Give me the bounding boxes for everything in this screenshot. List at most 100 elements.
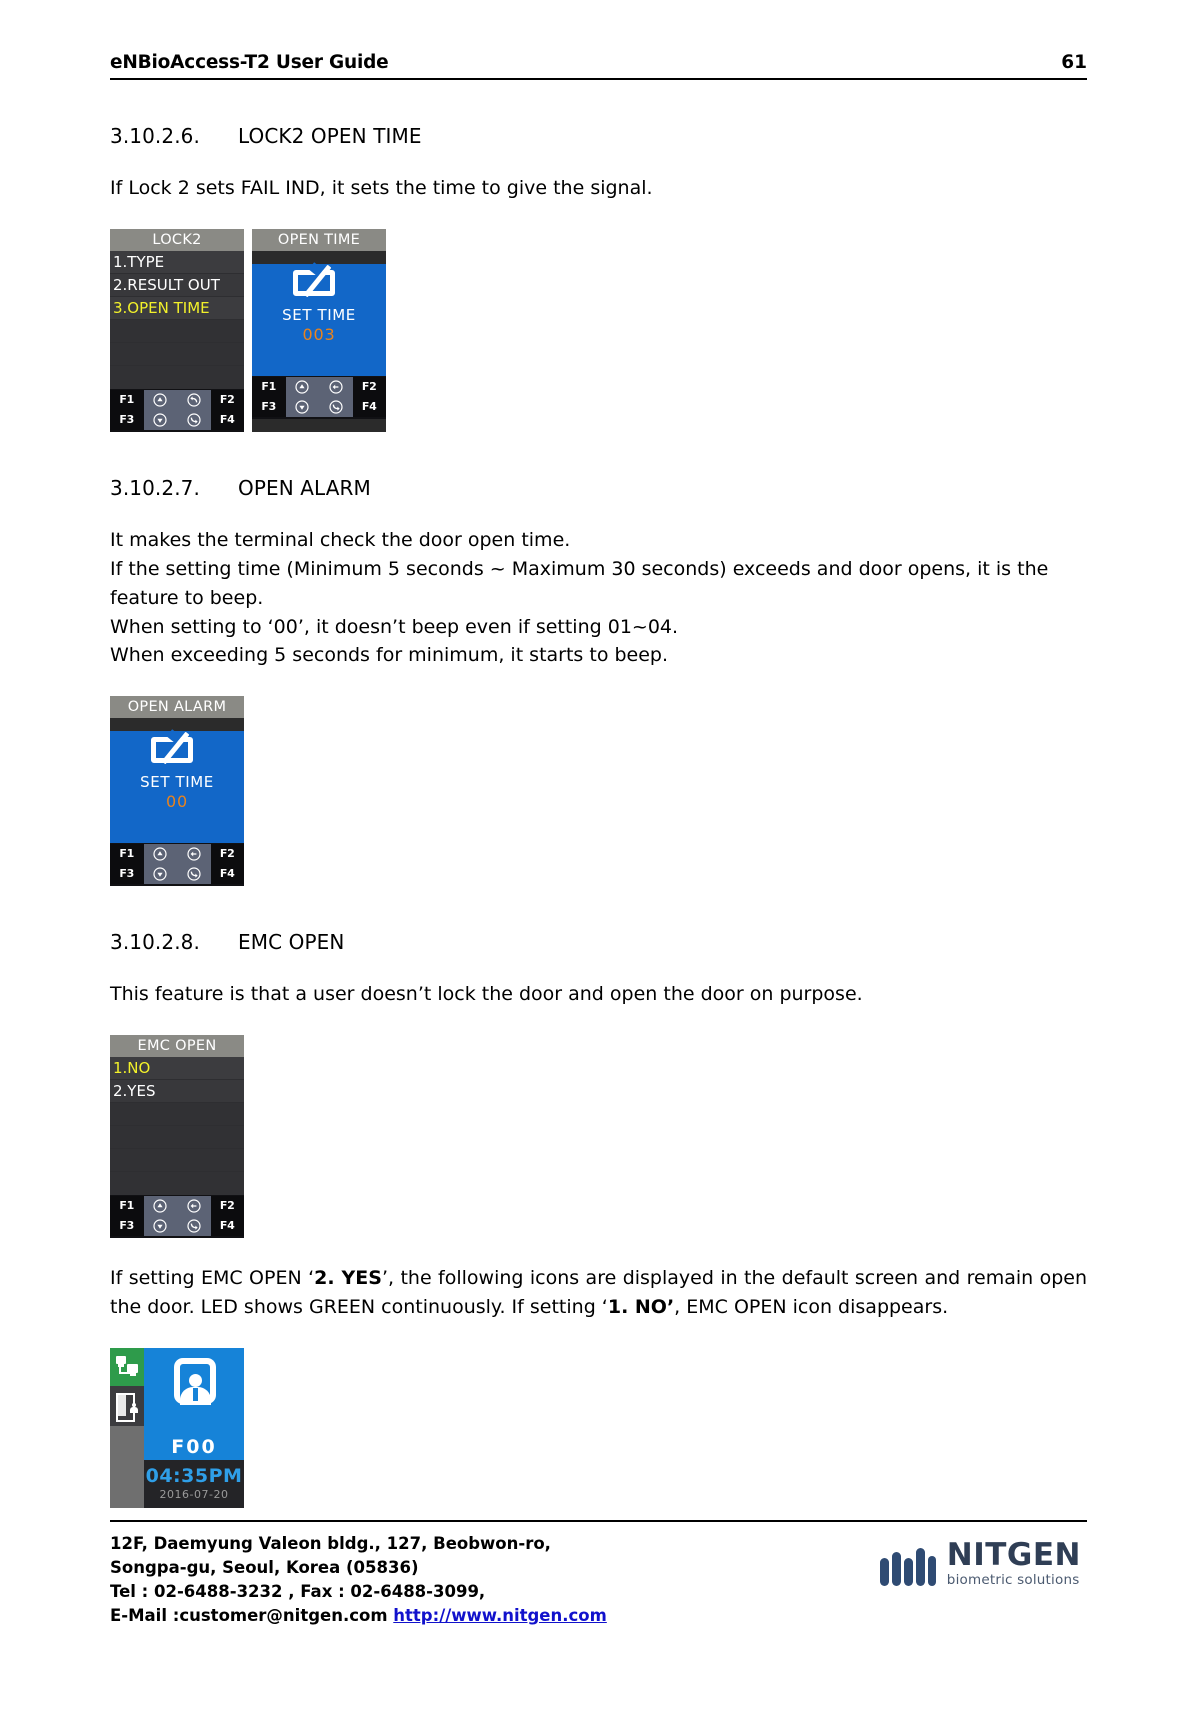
default-screen-main: F00 04:35PM 2016-07-20 (144, 1347, 244, 1508)
lcd-title: LOCK2 (110, 228, 244, 251)
key-f3[interactable]: F3 (110, 1216, 144, 1237)
key-f4[interactable]: F4 (210, 1216, 244, 1237)
key-up-arrow[interactable] (285, 376, 319, 397)
lcd-title: OPEN TIME (252, 228, 386, 251)
lcd-keypad: F1 F2 F3 F4 (252, 375, 386, 419)
open-alarm-line-1: It makes the terminal check the door ope… (110, 528, 571, 551)
open-alarm-line-2: If the setting time (Minimum 5 seconds ~… (110, 557, 1049, 609)
section-title: EMC OPEN (238, 930, 345, 955)
address-line-1: 12F, Daemyung Valeon bldg., 127, Beobwon… (110, 1534, 551, 1554)
page-number: 61 (1061, 52, 1087, 73)
section-3-10-2-7-body: It makes the terminal check the door ope… (110, 526, 1087, 670)
website-link[interactable]: http://www.nitgen.com (393, 1606, 607, 1625)
contact-line: Tel : 02-6488-3232 , Fax : 02-6488-3099, (110, 1582, 486, 1602)
section-number: 3.10.2.8. (110, 930, 200, 955)
edit-pad-icon (149, 729, 205, 767)
set-time-label: SET TIME (282, 305, 356, 324)
section-heading-3-10-2-6: 3.10.2.6. LOCK2 OPEN TIME (110, 124, 1087, 148)
logo-tagline: biometric solutions (946, 1572, 1080, 1589)
emc-open-door-icon (110, 1385, 144, 1426)
menu-item-open-time[interactable]: 3.OPEN TIME (110, 296, 244, 320)
logo-brand-name: NITGEN (946, 1537, 1081, 1574)
emc-note-bold-no: 1. NO’ (607, 1296, 675, 1318)
lcd-screen-lock2-menu: LOCK2 1.TYPE 2.RESULT OUT 3.OPEN TIME F1 (110, 228, 244, 432)
email-text: E-Mail :customer@nitgen.com (110, 1606, 394, 1626)
clock-date: 2016-07-20 (159, 1487, 229, 1501)
lcd-title: OPEN ALARM (110, 696, 244, 719)
key-up-arrow[interactable] (143, 844, 177, 865)
keypad-row-top: F1 F2 (110, 389, 244, 410)
key-up-arrow[interactable] (143, 1196, 177, 1217)
key-f2[interactable]: F2 (210, 1196, 244, 1217)
key-f3[interactable]: F3 (252, 396, 286, 417)
section-title: OPEN ALARM (238, 475, 371, 500)
key-f1[interactable]: F1 (110, 389, 144, 410)
key-right-arrow[interactable] (177, 409, 211, 430)
lcd-menu-list: 1.NO 2.YES (110, 1057, 244, 1196)
menu-empty-row (110, 342, 244, 366)
menu-item-type[interactable]: 1.TYPE (110, 250, 244, 274)
key-left-arrow[interactable] (319, 376, 353, 397)
key-up-arrow[interactable] (143, 389, 177, 410)
lcd-keypad: F1 F2 F3 F4 (110, 843, 244, 887)
key-f2[interactable]: F2 (210, 844, 244, 865)
clock-area: 04:35PM 2016-07-20 (144, 1459, 244, 1508)
key-down-arrow[interactable] (143, 409, 177, 430)
lcd-body-set-time: SET TIME 003 (252, 262, 386, 376)
screenshot-row-emc-open: EMC OPEN 1.NO 2.YES F1 F2 F3 F4 (110, 1035, 1087, 1239)
key-f3[interactable]: F3 (110, 864, 144, 885)
key-down-arrow[interactable] (143, 864, 177, 885)
set-time-label: SET TIME (140, 773, 214, 792)
company-address-block: 12F, Daemyung Valeon bldg., 127, Beobwon… (110, 1532, 607, 1628)
edit-pad-icon (291, 262, 347, 300)
key-left-arrow[interactable] (177, 844, 211, 865)
lcd-body-set-time: SET TIME 00 (110, 729, 244, 844)
key-f3[interactable]: F3 (110, 409, 144, 430)
key-right-arrow[interactable] (177, 864, 211, 885)
open-alarm-line-4: When exceeding 5 seconds for minimum, it… (110, 644, 669, 667)
menu-item-no[interactable]: 1.NO (110, 1057, 244, 1081)
key-right-arrow[interactable] (177, 1216, 211, 1237)
logo-mark-icon (878, 1547, 938, 1588)
keypad-row-top: F1 F2 (110, 844, 244, 865)
status-icon-column (110, 1347, 144, 1508)
keypad-row-bottom: F3 F4 (110, 1216, 244, 1237)
keypad-row-bottom: F3 F4 (110, 864, 244, 885)
footer-content: 12F, Daemyung Valeon bldg., 127, Beobwon… (110, 1522, 1087, 1628)
key-f2[interactable]: F2 (210, 389, 244, 410)
key-f2[interactable]: F2 (352, 376, 386, 397)
key-f1[interactable]: F1 (252, 376, 286, 397)
menu-item-result-out[interactable]: 2.RESULT OUT (110, 273, 244, 297)
key-f4[interactable]: F4 (210, 409, 244, 430)
key-down-arrow[interactable] (143, 1216, 177, 1237)
menu-empty-row (110, 1126, 244, 1150)
key-f1[interactable]: F1 (110, 1196, 144, 1217)
page-header: eNBioAccess-T2 User Guide 61 (110, 0, 1087, 80)
address-line-2: Songpa-gu, Seoul, Korea (05836) (110, 1558, 419, 1578)
key-left-arrow[interactable] (177, 1196, 211, 1217)
keypad-row-bottom: F3 F4 (252, 396, 386, 417)
section-number: 3.10.2.6. (110, 124, 200, 148)
key-f4[interactable]: F4 (352, 396, 386, 417)
email-line: E-Mail :customer@nitgen.com http://www.n… (110, 1604, 607, 1628)
section-3-10-2-8-body: This feature is that a user doesn’t lock… (110, 983, 863, 1006)
set-time-value[interactable]: 00 (110, 792, 244, 811)
open-alarm-line-3: When setting to ‘00’, it doesn’t beep ev… (110, 615, 679, 638)
set-time-value[interactable]: 003 (252, 325, 386, 344)
lcd-screen-open-time: OPEN TIME SET TIME 003 F1 F2 F3 F4 (252, 228, 386, 432)
menu-item-yes[interactable]: 2.YES (110, 1080, 244, 1104)
lcd-screen-emc-open: EMC OPEN 1.NO 2.YES F1 F2 F3 F4 (110, 1035, 244, 1239)
card-user-icon (144, 1347, 244, 1434)
key-f4[interactable]: F4 (210, 864, 244, 885)
logo-wordmark: NITGEN biometric solutions (947, 1540, 1081, 1588)
keypad-row-top: F1 F2 (252, 376, 386, 397)
section-heading-3-10-2-8: 3.10.2.8. EMC OPEN (110, 930, 1087, 954)
key-down-arrow[interactable] (285, 396, 319, 417)
key-back-arrow[interactable] (177, 389, 211, 410)
lcd-screen-default: F00 04:35PM 2016-07-20 (110, 1347, 244, 1508)
key-right-arrow[interactable] (319, 396, 353, 417)
section-heading-3-10-2-7: 3.10.2.7. OPEN ALARM (110, 476, 1087, 500)
menu-empty-row (110, 365, 244, 389)
function-code-label: F00 (144, 1433, 244, 1460)
key-f1[interactable]: F1 (110, 844, 144, 865)
